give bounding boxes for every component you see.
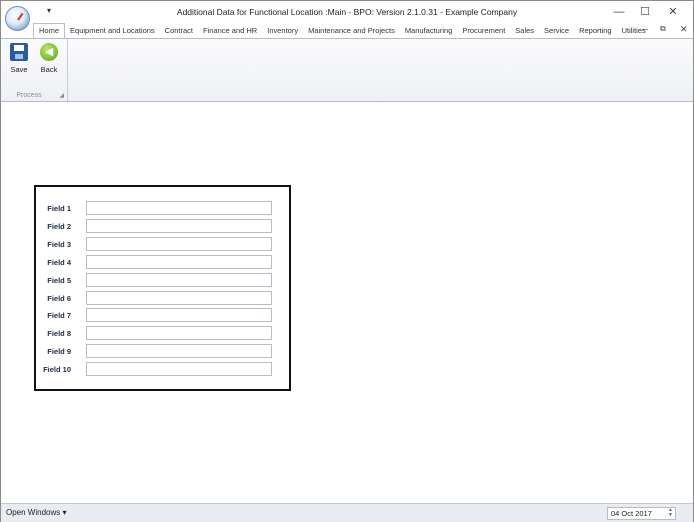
close-button[interactable]: ✕	[660, 4, 686, 20]
tab-maintenance-and-projects[interactable]: Maintenance and Projects	[303, 23, 400, 38]
back-arrow-icon: ◀	[40, 43, 58, 61]
field-label: Field 3	[47, 239, 71, 249]
field-6-input[interactable]	[86, 290, 272, 305]
tab-inventory[interactable]: Inventory	[262, 23, 303, 38]
field-3-input[interactable]	[86, 236, 272, 251]
form-row: Field 10	[36, 362, 289, 377]
field-10-input[interactable]	[86, 362, 272, 377]
ribbon-restore-button[interactable]: ⧉	[660, 24, 666, 34]
ribbon-minimize-button[interactable]: –	[643, 24, 648, 34]
open-windows-menu[interactable]: Open Windows ▾	[6, 508, 66, 517]
process-group-label: Process	[16, 92, 42, 99]
back-button[interactable]: ◀ Back	[34, 42, 64, 74]
form-row: Field 9	[36, 344, 289, 359]
field-7-input[interactable]	[86, 308, 272, 323]
date-picker[interactable]: 04 Oct 2017 ▲ ▼	[607, 507, 676, 520]
field-8-input[interactable]	[86, 326, 272, 341]
field-9-input[interactable]	[86, 344, 272, 359]
save-button[interactable]: Save	[4, 42, 34, 74]
status-bar: Open Windows ▾ 04 Oct 2017 ▲ ▼	[1, 503, 693, 522]
field-2-input[interactable]	[86, 218, 272, 233]
tab-equipment-and-locations[interactable]: Equipment and Locations	[65, 23, 160, 38]
form-row: Field 3	[36, 236, 289, 252]
tab-service[interactable]: Service	[539, 23, 574, 38]
title-bar: ▾ Additional Data for Functional Locatio…	[1, 1, 693, 31]
form-row: Field 4	[36, 254, 289, 270]
form-row: Field 8	[36, 326, 289, 341]
tab-finance-and-hr[interactable]: Finance and HR	[198, 23, 262, 38]
field-1-input[interactable]	[86, 201, 272, 215]
group-launcher-icon[interactable]: ◢	[59, 92, 64, 99]
field-label: Field 9	[47, 347, 71, 357]
minimize-button[interactable]: —	[606, 4, 632, 20]
tab-sales[interactable]: Sales	[510, 23, 539, 38]
tab-reporting[interactable]: Reporting	[574, 23, 617, 38]
field-label: Field 7	[47, 311, 71, 321]
form-row: Field 7	[36, 308, 289, 323]
save-icon	[10, 43, 28, 61]
ribbon-tabs: Home Equipment and Locations Contract Finan…	[33, 23, 651, 38]
date-spinner-icon[interactable]: ▲ ▼	[668, 508, 673, 518]
process-group: Save ◀ Back Process ◢	[1, 39, 68, 101]
back-button-label: Back	[40, 65, 58, 74]
ribbon-close-button[interactable]: ✕	[680, 24, 688, 35]
field-label: Field 5	[47, 275, 71, 285]
ribbon-panel: Save ◀ Back Process ◢	[1, 38, 693, 102]
form-row: Field 2	[36, 218, 289, 234]
field-label: Field 8	[47, 329, 71, 339]
date-value: 04 Oct 2017	[611, 509, 652, 518]
field-4-input[interactable]	[86, 254, 272, 269]
save-button-label: Save	[10, 65, 28, 74]
field-label: Field 6	[47, 293, 71, 303]
field-5-input[interactable]	[86, 272, 272, 287]
form-row: Field 1	[36, 201, 289, 216]
tab-home[interactable]: Home	[33, 23, 66, 38]
form-row: Field 6	[36, 290, 289, 306]
window-title: Additional Data for Functional Location …	[176, 7, 518, 17]
form-row: Field 5	[36, 272, 289, 288]
field-label: Field 10	[43, 365, 71, 375]
field-label: Field 1	[47, 204, 71, 213]
field-label: Field 2	[47, 221, 71, 231]
tab-manufacturing[interactable]: Manufacturing	[400, 23, 458, 38]
app-window: ▾ Additional Data for Functional Locatio…	[0, 0, 694, 522]
field-label: Field 4	[47, 257, 71, 267]
tab-contract[interactable]: Contract	[160, 23, 198, 38]
additional-data-form: Field 1 Field 2 Field 3 Field 4 Field 5 Field…	[34, 185, 291, 391]
tab-procurement[interactable]: Procurement	[457, 23, 510, 38]
maximize-button[interactable]: ☐	[632, 4, 658, 20]
